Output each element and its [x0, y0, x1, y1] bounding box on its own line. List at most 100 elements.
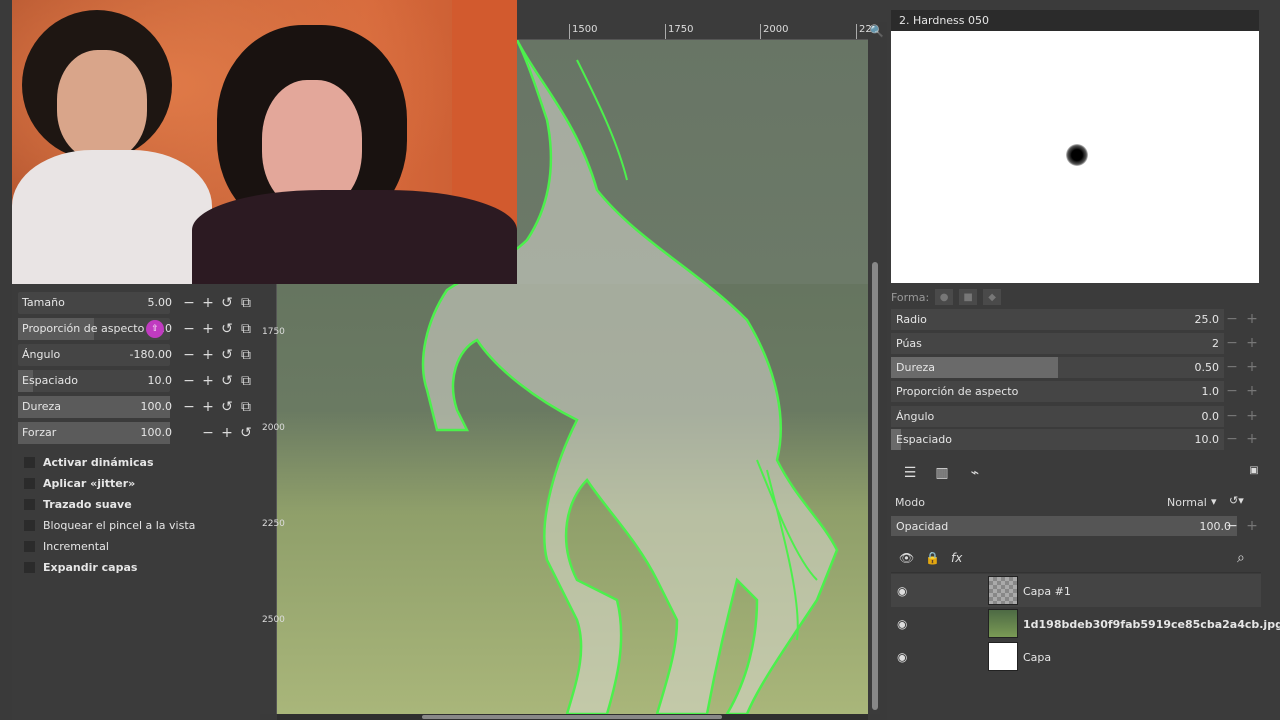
plus-icon[interactable]: +	[200, 294, 216, 312]
check-incremental[interactable]: Incremental	[18, 536, 254, 557]
minus-icon[interactable]: −	[181, 320, 197, 338]
reset-icon[interactable]: ↺	[219, 346, 235, 364]
option-angle[interactable]: Ángulo -180.00 − + ↺ ⧉	[18, 344, 254, 366]
checkbox[interactable]	[24, 499, 35, 510]
tool-options-panel: Tamaño 5.00 −+↺⧉ Proporción de aspecto 0…	[12, 284, 260, 720]
plus-icon[interactable]: +	[1243, 382, 1261, 400]
reset-icon[interactable]: ↺	[219, 320, 235, 338]
reset-icon[interactable]: ↺	[219, 398, 235, 416]
vertical-ruler[interactable]: 1750 2000 2250 2500	[260, 284, 285, 714]
option-size[interactable]: Tamaño 5.00 − + ↺ ⧉	[18, 292, 254, 314]
check-dynamics[interactable]: Activar dinámicas	[18, 452, 254, 473]
minus-icon[interactable]: −	[1223, 310, 1241, 328]
option-force[interactable]: Forzar 100.0 − + ↺	[18, 422, 254, 444]
minus-icon[interactable]: −	[181, 372, 197, 390]
reset-icon[interactable]: ↺	[219, 294, 235, 312]
minus-icon[interactable]: −	[200, 424, 216, 442]
layer-opacity-row[interactable]: Opacidad 100.0 − +	[891, 516, 1261, 536]
layers-tab-icon[interactable]: ☰	[899, 465, 921, 485]
eye-icon[interactable]: ◉	[897, 650, 913, 664]
option-hardness[interactable]: Dureza 100.0 − + ↺ ⧉	[18, 396, 254, 418]
reset-mode-icon[interactable]: ↺▾	[1229, 494, 1244, 507]
plus-icon[interactable]: +	[1243, 517, 1261, 535]
minus-icon[interactable]: −	[1223, 517, 1241, 535]
check-lock-brush[interactable]: Bloquear el pincel a la vista	[18, 515, 254, 536]
option-aspect-ratio[interactable]: Proporción de aspecto 0.0 ⇧ −+↺⧉	[18, 318, 254, 340]
minus-icon[interactable]: −	[181, 398, 197, 416]
plus-icon[interactable]: +	[219, 424, 235, 442]
diamond-shape-icon[interactable]: ◆	[983, 289, 1002, 305]
brush-radius[interactable]: Radio 25.0 − +	[891, 309, 1261, 330]
visibility-icon[interactable]: 👁	[899, 551, 914, 565]
scrollbar-thumb[interactable]	[872, 262, 878, 710]
plus-icon[interactable]: +	[200, 346, 216, 364]
search-icon[interactable]: ⌕	[1237, 550, 1245, 566]
brush-slider[interactable]	[891, 357, 1224, 378]
plus-icon[interactable]: +	[1243, 334, 1261, 352]
link-icon[interactable]: ⧉	[238, 346, 254, 364]
link-icon[interactable]: ⧉	[238, 398, 254, 416]
minus-icon[interactable]: −	[1223, 407, 1241, 425]
dock-menu-icon[interactable]: ▣	[1243, 465, 1265, 485]
brush-value: 25.0	[1194, 313, 1220, 326]
channels-tab-icon[interactable]: ▥	[931, 465, 953, 485]
check-jitter[interactable]: Aplicar «jitter»	[18, 473, 254, 494]
checkbox[interactable]	[24, 541, 35, 552]
plus-icon[interactable]: +	[200, 398, 216, 416]
reset-icon[interactable]: ↺	[219, 372, 235, 390]
reset-icon[interactable]: ↺	[238, 424, 254, 442]
square-shape-icon[interactable]: ■	[959, 289, 978, 305]
lock-icon[interactable]: 🔒	[925, 551, 940, 565]
layer-row[interactable]: ◉ Capa	[891, 640, 1261, 673]
brush-spacing[interactable]: Espaciado 10.0 − +	[891, 429, 1261, 450]
plus-icon[interactable]: +	[200, 320, 216, 338]
eye-icon[interactable]: ◉	[897, 584, 913, 598]
effects-icon[interactable]: fx	[951, 551, 962, 565]
brush-slider[interactable]	[891, 309, 1224, 330]
brush-angle[interactable]: Ángulo 0.0 − +	[891, 406, 1261, 427]
link-icon[interactable]: ⧉	[238, 294, 254, 312]
minus-icon[interactable]: −	[1223, 334, 1241, 352]
brush-aspect[interactable]: Proporción de aspecto 1.0 − +	[891, 381, 1261, 402]
brush-shape-row: Forma: ● ■ ◆	[891, 288, 1261, 306]
zoom-icon[interactable]: 🔍	[869, 24, 884, 38]
option-label: Tamaño	[22, 296, 65, 309]
brush-hardness[interactable]: Dureza 0.50 − +	[891, 357, 1261, 378]
plus-icon[interactable]: +	[1243, 407, 1261, 425]
brush-slider[interactable]	[891, 406, 1224, 427]
minus-icon[interactable]: −	[181, 294, 197, 312]
horizontal-scrollbar[interactable]	[277, 714, 868, 720]
checkbox[interactable]	[24, 562, 35, 573]
link-icon[interactable]: ⧉	[238, 372, 254, 390]
mode-value[interactable]: Normal	[1167, 496, 1207, 509]
plus-icon[interactable]: +	[200, 372, 216, 390]
checkbox[interactable]	[24, 478, 35, 489]
eye-icon[interactable]: ◉	[897, 617, 913, 631]
check-expand-layers[interactable]: Expandir capas	[18, 557, 254, 578]
circle-shape-icon[interactable]: ●	[935, 289, 954, 305]
ruler-label: 2000	[262, 423, 285, 433]
option-spacing[interactable]: Espaciado 10.0 − + ↺ ⧉	[18, 370, 254, 392]
brush-slider[interactable]	[891, 333, 1224, 354]
paths-tab-icon[interactable]: ⌁	[964, 465, 986, 485]
layer-thumbnail	[988, 609, 1018, 638]
plus-icon[interactable]: +	[1243, 430, 1261, 448]
layer-row[interactable]: ◉ 1d198bdeb30f9fab5919ce85cba2a4cb.jpg	[891, 607, 1280, 640]
horizontal-ruler[interactable]: 1500 1750 2000 22	[517, 22, 872, 40]
scrollbar-thumb[interactable]	[422, 715, 722, 719]
layer-row[interactable]: ◉ Capa #1	[891, 574, 1261, 607]
link-icon[interactable]: ⧉	[238, 320, 254, 338]
layer-mode-row[interactable]: Modo Normal ▾ ↺▾	[891, 492, 1261, 512]
minus-icon[interactable]: −	[1223, 382, 1241, 400]
checkbox[interactable]	[24, 457, 35, 468]
minus-icon[interactable]: −	[181, 346, 197, 364]
minus-icon[interactable]: −	[1223, 430, 1241, 448]
plus-icon[interactable]: +	[1243, 310, 1261, 328]
check-smooth-stroke[interactable]: Trazado suave	[18, 494, 254, 515]
brush-spikes[interactable]: Púas 2 − +	[891, 333, 1261, 354]
chevron-down-icon[interactable]: ▾	[1211, 495, 1217, 508]
vertical-scrollbar[interactable]	[870, 40, 880, 714]
plus-icon[interactable]: +	[1243, 358, 1261, 376]
checkbox[interactable]	[24, 520, 35, 531]
minus-icon[interactable]: −	[1223, 358, 1241, 376]
